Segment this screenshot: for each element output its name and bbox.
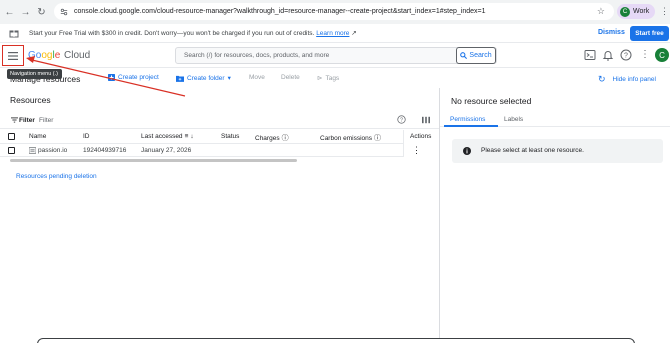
info-icon bbox=[463, 147, 471, 155]
google-cloud-logo[interactable]: Google Cloud bbox=[28, 50, 90, 61]
profile-label: Work bbox=[633, 8, 650, 15]
search-input[interactable]: Search (/) for resources, docs, products… bbox=[175, 47, 497, 64]
gift-icon bbox=[9, 30, 19, 38]
search-button[interactable]: Search bbox=[456, 47, 496, 64]
console-header: Google Cloud Search (/) for resources, d… bbox=[0, 43, 670, 68]
navigation-menu-button[interactable] bbox=[2, 45, 24, 66]
row-checkbox[interactable] bbox=[8, 147, 15, 154]
forward-icon[interactable]: → bbox=[19, 6, 32, 19]
back-icon[interactable]: ← bbox=[3, 6, 16, 19]
search-icon bbox=[460, 52, 468, 59]
free-trial-banner: Start your Free Trial with $300 in credi… bbox=[0, 24, 670, 43]
resources-pending-deletion-link[interactable]: Resources pending deletion bbox=[16, 173, 97, 180]
external-link-icon: ↗ bbox=[349, 30, 357, 37]
sort-arrow-down-icon[interactable]: ↓ bbox=[190, 133, 193, 140]
info-panel-tabs: Permissions Labels bbox=[440, 113, 670, 127]
bookmark-star-icon[interactable]: ☆ bbox=[597, 6, 605, 17]
row-id: 192404939716 bbox=[83, 147, 127, 154]
cloud-shell-icon[interactable] bbox=[584, 49, 596, 61]
row-actions-menu-icon[interactable]: ⋮ bbox=[412, 145, 421, 156]
notifications-bell-icon[interactable] bbox=[602, 49, 614, 61]
column-name[interactable]: Name bbox=[29, 133, 46, 140]
hamburger-icon bbox=[8, 51, 18, 60]
tag-icon: ⊳ bbox=[317, 75, 323, 82]
column-status[interactable]: Status bbox=[221, 133, 239, 140]
filter-bar[interactable]: Filter Filter ? bbox=[0, 113, 439, 129]
dropdown-arrow-icon: ▾ bbox=[227, 75, 231, 82]
horizontal-scrollbar[interactable] bbox=[10, 159, 297, 162]
move-button[interactable]: Move bbox=[249, 74, 265, 81]
filter-label: Filter bbox=[19, 117, 35, 124]
overlay-window-edge bbox=[37, 338, 635, 343]
browser-menu-icon[interactable]: ⋮ bbox=[660, 5, 669, 18]
active-tab-indicator bbox=[444, 125, 498, 127]
search-placeholder: Search (/) for resources, docs, products… bbox=[184, 52, 330, 59]
row-name[interactable]: passion.io bbox=[38, 147, 67, 154]
table-header: Name ID Last accessed ≡ ↓ Status Charges… bbox=[0, 130, 439, 144]
tab-labels[interactable]: Labels bbox=[504, 116, 523, 123]
reload-icon[interactable]: ↻ bbox=[35, 6, 48, 19]
column-last-accessed[interactable]: Last accessed ≡ ↓ bbox=[141, 133, 194, 140]
column-actions: Actions bbox=[410, 133, 432, 140]
help-icon[interactable]: ? bbox=[397, 115, 406, 124]
hide-info-panel-button[interactable]: ↻ Hide info panel bbox=[598, 74, 656, 85]
navigation-menu-tooltip: Navigation menu (.) bbox=[7, 69, 62, 79]
user-avatar[interactable]: C bbox=[655, 48, 669, 62]
help-icon[interactable]: ? bbox=[620, 49, 632, 61]
column-charges[interactable]: Charges ⓘ bbox=[255, 133, 289, 143]
svg-text:?: ? bbox=[624, 53, 628, 60]
folder-add-icon bbox=[176, 75, 184, 82]
select-all-checkbox[interactable] bbox=[8, 133, 15, 140]
column-id[interactable]: ID bbox=[83, 133, 90, 140]
sort-lines-icon[interactable]: ≡ bbox=[185, 133, 189, 140]
more-options-icon[interactable]: ⋮ bbox=[640, 49, 650, 61]
browser-toolbar: ← → ↻ console.cloud.google.com/cloud-res… bbox=[0, 0, 670, 24]
page-toolbar: Manage resources Create project Create f… bbox=[0, 68, 670, 88]
info-message: Please select at least one resource. bbox=[481, 147, 584, 154]
delete-button[interactable]: Delete bbox=[281, 74, 300, 81]
column-carbon-emissions[interactable]: Carbon emissions ⓘ bbox=[320, 133, 381, 143]
carbon-help-icon[interactable]: ⓘ bbox=[374, 133, 381, 143]
site-settings-icon[interactable] bbox=[60, 8, 68, 16]
add-box-icon bbox=[108, 74, 115, 81]
filter-icon bbox=[11, 117, 18, 123]
start-free-button[interactable]: Start free bbox=[630, 26, 669, 41]
table-row[interactable]: passion.io 192404939716 January 27, 2026 bbox=[0, 144, 439, 157]
info-panel-title: No resource selected bbox=[451, 96, 532, 106]
refresh-icon[interactable]: ↻ bbox=[598, 74, 606, 85]
banner-message: Start your Free Trial with $300 in credi… bbox=[29, 30, 357, 37]
info-message-box: Please select at least one resource. bbox=[452, 139, 663, 163]
create-folder-button[interactable]: Create folder ▾ bbox=[176, 74, 231, 82]
url-text[interactable]: console.cloud.google.com/cloud-resource-… bbox=[74, 8, 486, 15]
profile-avatar: C bbox=[620, 6, 630, 17]
tab-permissions[interactable]: Permissions bbox=[450, 116, 485, 123]
column-display-icon[interactable] bbox=[422, 116, 430, 124]
filter-input[interactable]: Filter bbox=[39, 117, 53, 124]
browser-profile-chip[interactable]: C Work bbox=[617, 4, 655, 19]
tags-button[interactable]: ⊳ Tags bbox=[317, 74, 339, 83]
address-bar[interactable]: console.cloud.google.com/cloud-resource-… bbox=[54, 3, 614, 20]
actions-column: Actions ⋮ bbox=[403, 130, 439, 157]
dismiss-button[interactable]: Dismiss bbox=[598, 29, 625, 36]
charges-help-icon[interactable]: ⓘ bbox=[282, 133, 289, 143]
resources-heading: Resources bbox=[10, 95, 51, 105]
row-last-accessed: January 27, 2026 bbox=[141, 147, 192, 154]
info-panel: No resource selected Permissions Labels … bbox=[439, 88, 670, 343]
learn-more-link[interactable]: Learn more bbox=[316, 30, 349, 37]
create-project-button[interactable]: Create project bbox=[108, 74, 159, 81]
svg-text:?: ? bbox=[400, 117, 403, 123]
project-icon bbox=[29, 147, 36, 154]
